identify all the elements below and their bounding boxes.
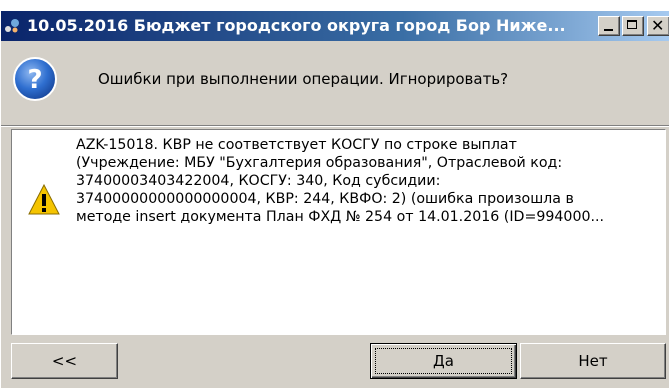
error-message-line: 37400000000000000004, КВР: 244, КВФО: 2)… [76,191,574,207]
maximize-icon [627,20,637,29]
error-message-line: 37400003403422004, КОСГУ: 340, Код субси… [76,173,441,189]
question-icon: ? [13,57,57,101]
divider [1,125,669,127]
app-icon [5,19,19,33]
close-icon: ✕ [651,16,665,35]
minimize-button[interactable] [598,16,620,36]
window-title: 10.05.2016 Бюджет городского округа горо… [27,16,566,35]
question-text: Ошибки при выполнении операции. Игнориро… [98,70,509,88]
focus-ring [375,348,512,374]
svg-text:?: ? [27,65,42,95]
close-button[interactable]: ✕ [647,16,669,36]
yes-button[interactable]: Да [370,343,517,379]
warning-icon [28,183,60,215]
error-message-line: AZK-15018. КВР не соответствует КОСГУ по… [76,137,517,153]
maximize-button[interactable] [622,16,644,36]
back-button[interactable]: << [11,343,118,379]
minimize-icon [604,29,613,31]
error-message-line: (Учреждение: МБУ "Бухгалтерия образовани… [76,155,563,171]
no-button[interactable]: Нет [520,343,666,379]
title-bar[interactable]: 10.05.2016 Бюджет городского округа горо… [1,11,669,41]
error-message-line: методе insert документа План ФХД № 254 о… [76,209,605,225]
message-panel: AZK-15018. КВР не соответствует КОСГУ по… [11,129,666,335]
error-message: AZK-15018. КВР не соответствует КОСГУ по… [76,136,656,226]
dialog-window: 10.05.2016 Бюджет городского округа горо… [0,10,669,388]
